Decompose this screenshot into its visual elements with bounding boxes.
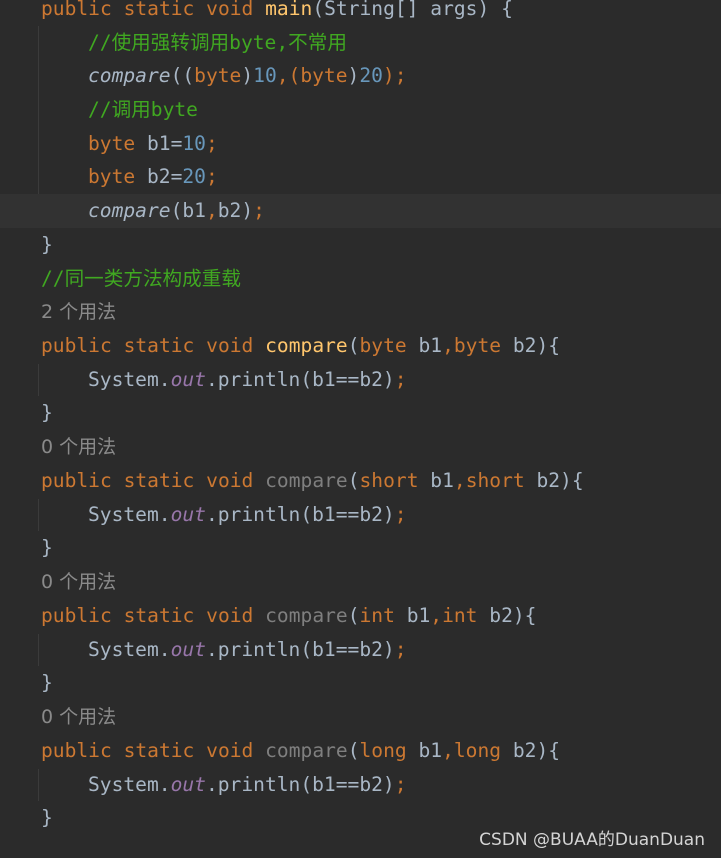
usage-count-hint[interactable]: 0 个用法 — [41, 430, 116, 464]
method-name-compare[interactable]: compare — [265, 334, 348, 357]
watermark: CSDN @BUAA的DuanDuan — [479, 830, 705, 850]
comment: //调用byte — [88, 98, 198, 121]
usage-hint-compare-short[interactable]: 0 个用法 — [0, 430, 721, 464]
method-call-compare[interactable]: compare — [88, 64, 171, 87]
code-editor[interactable]: public static void main(String[] args) {… — [0, 0, 721, 858]
method-name-compare-unused[interactable]: compare — [265, 739, 348, 762]
code-line-comment-overload[interactable]: //同一类方法构成重载 — [0, 262, 721, 296]
code-line-println[interactable]: System.out.println(b1==b2); — [0, 768, 721, 802]
main-params: (String[] args) { — [312, 0, 513, 20]
code-line-close-brace[interactable]: } — [0, 396, 721, 430]
code-line-comment-byte[interactable]: //调用byte — [0, 93, 721, 127]
code-line-compare-int-declaration[interactable]: public static void compare(int b1,int b2… — [0, 599, 721, 633]
usage-count-hint[interactable]: 2 个用法 — [41, 295, 116, 329]
code-line-compare-short-declaration[interactable]: public static void compare(short b1,shor… — [0, 464, 721, 498]
comment: //使用强转调用byte,不常用 — [88, 31, 347, 54]
method-name-compare-unused[interactable]: compare — [265, 604, 348, 627]
code-line-println[interactable]: System.out.println(b1==b2); — [0, 498, 721, 532]
code-line-close-brace[interactable]: } — [0, 666, 721, 700]
method-call-compare[interactable]: compare — [88, 199, 171, 222]
code-line-println[interactable]: System.out.println(b1==b2); — [0, 363, 721, 397]
usage-hint-compare-int[interactable]: 0 个用法 — [0, 565, 721, 599]
code-line-println[interactable]: System.out.println(b1==b2); — [0, 633, 721, 667]
method-name-compare-unused[interactable]: compare — [265, 469, 348, 492]
usage-hint-compare-byte[interactable]: 2 个用法 — [0, 295, 721, 329]
code-line-close-brace[interactable]: } — [0, 531, 721, 565]
code-line-main-declaration[interactable]: public static void main(String[] args) { — [0, 0, 721, 26]
code-line-compare-cast-call[interactable]: compare((byte)10,(byte)20); — [0, 59, 721, 93]
code-line-decl-b2[interactable]: byte b2=20; — [0, 160, 721, 194]
usage-count-hint[interactable]: 0 个用法 — [41, 565, 116, 599]
code-line-compare-byte-declaration[interactable]: public static void compare(byte b1,byte … — [0, 329, 721, 363]
code-line-close-main[interactable]: } — [0, 228, 721, 262]
usage-hint-compare-long[interactable]: 0 个用法 — [0, 700, 721, 734]
code-line-comment-cast[interactable]: //使用强转调用byte,不常用 — [0, 26, 721, 60]
code-line-compare-long-declaration[interactable]: public static void compare(long b1,long … — [0, 734, 721, 768]
comment: //同一类方法构成重载 — [41, 267, 241, 290]
keyword: public static void — [41, 0, 254, 20]
code-line-decl-b1[interactable]: byte b1=10; — [0, 127, 721, 161]
method-name-main[interactable]: main — [265, 0, 312, 20]
usage-count-hint[interactable]: 0 个用法 — [41, 700, 116, 734]
code-line-compare-vars-call[interactable]: compare(b1,b2); — [0, 194, 721, 228]
